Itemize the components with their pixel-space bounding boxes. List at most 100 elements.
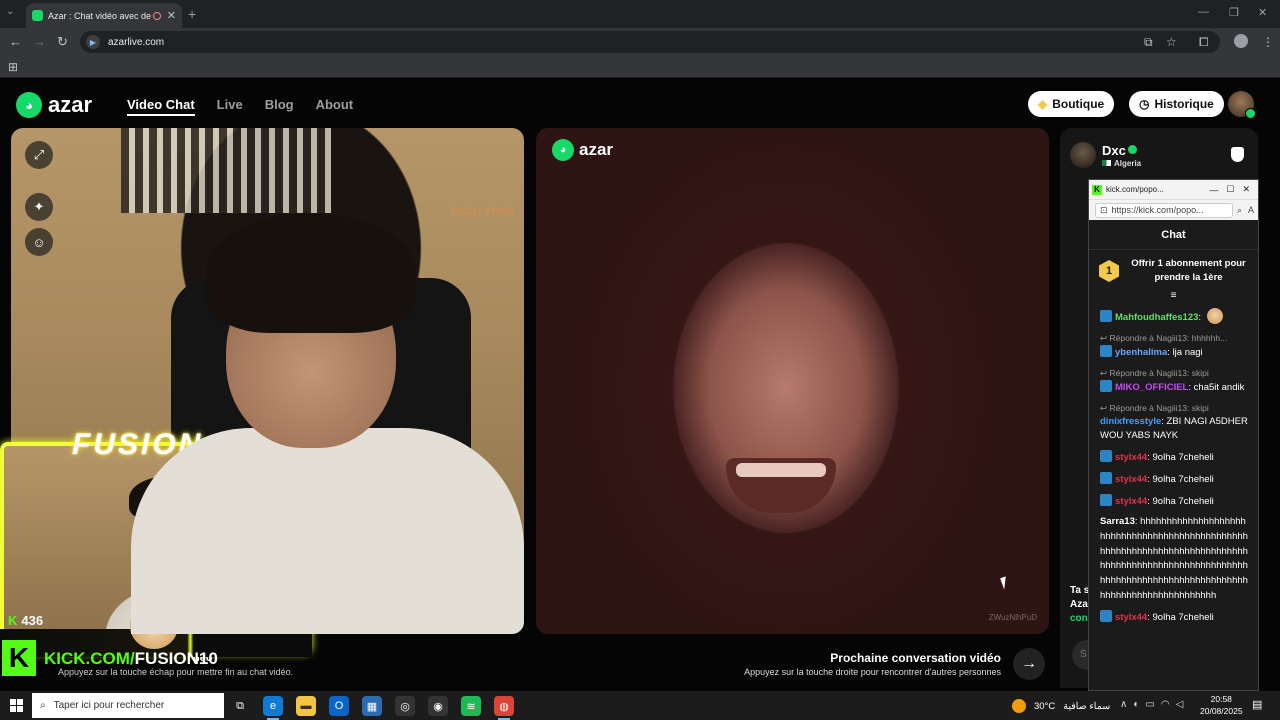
menu-icon[interactable]: ⋮: [1262, 35, 1274, 49]
chat-messages: Mahfoudhaffes123: ↩ Répondre à Nagiii13:…: [1089, 302, 1258, 625]
tray-chevron-icon[interactable]: ∧: [1120, 699, 1127, 710]
video-icon[interactable]: ▶: [86, 35, 100, 49]
url-field[interactable]: ▶ azarlive.com: [80, 31, 1220, 53]
chat-username[interactable]: stylx44: [1115, 612, 1147, 623]
apps-grid-icon[interactable]: ⊞: [8, 60, 18, 74]
nav-video-chat[interactable]: Video Chat: [127, 97, 195, 116]
app-icon-1[interactable]: ◎: [395, 696, 415, 716]
next-chat-hint: Appuyez sur la touche droite pour rencon…: [744, 667, 1001, 677]
popup-maximize-icon[interactable]: ☐: [1226, 184, 1234, 195]
next-chat-title: Prochaine conversation vidéo: [830, 651, 1001, 665]
chat-username[interactable]: stylx44: [1115, 452, 1147, 463]
nav-about[interactable]: About: [316, 97, 354, 116]
read-aloud-icon[interactable]: A: [1248, 205, 1254, 215]
popup-title: kick.com/popo...: [1106, 185, 1164, 194]
zoom-icon[interactable]: ⌕: [1237, 205, 1242, 216]
tab-close-icon[interactable]: ✕: [167, 9, 176, 22]
panel-link[interactable]: con: [1070, 613, 1088, 624]
azar-favicon-icon: [32, 10, 43, 21]
filter-icon[interactable]: ≡: [1089, 291, 1258, 302]
expand-icon[interactable]: ⤢: [25, 141, 53, 169]
chat-message: Sarra13: hhhhhhhhhhhhhhhhhhhhhhhhhhhhhhh…: [1100, 515, 1248, 603]
wifi-icon[interactable]: ◠: [1161, 699, 1170, 710]
profile-icon[interactable]: [1234, 34, 1248, 48]
popup-close-icon[interactable]: ✕: [1242, 184, 1250, 195]
windows-taskbar: ⌕ Taper ici pour rechercher ⧉ e ▬ O ▦ ◎ …: [0, 691, 1280, 720]
battery-icon[interactable]: ▭: [1145, 699, 1154, 710]
chat-text: 9olha 7cheheli: [1152, 452, 1214, 464]
effects-sparkle-icon[interactable]: ✦: [25, 193, 53, 221]
chat-username[interactable]: MIKO_OFFICIEL: [1115, 382, 1188, 393]
edge-icon[interactable]: e: [263, 696, 283, 720]
browser-tab[interactable]: Azar : Chat vidéo avec de n ✕: [26, 3, 182, 28]
obs-icon[interactable]: ◉: [428, 696, 448, 716]
weather-widget[interactable]: 30°C سماء صافية: [1012, 699, 1110, 713]
chat-username[interactable]: Mahfoudhaffes123: [1115, 312, 1198, 323]
sub-badge-icon: [1100, 344, 1112, 357]
azar-logo[interactable]: ◕ azar: [16, 92, 92, 118]
historique-button[interactable]: ◷ Historique: [1129, 91, 1224, 117]
volume-icon[interactable]: ◁: [1176, 699, 1184, 710]
spotify-icon[interactable]: ≋: [461, 696, 481, 716]
notification-icon[interactable]: ▤: [1252, 698, 1262, 711]
kick-chat-popup: K kick.com/popo... — ☐ ✕ ⊡ https://kick.…: [1088, 179, 1259, 691]
taskbar-search[interactable]: ⌕ Taper ici pour rechercher: [32, 693, 224, 718]
popup-titlebar: K kick.com/popo... — ☐ ✕: [1089, 180, 1258, 199]
user-avatar[interactable]: [1228, 91, 1256, 119]
popup-minimize-icon[interactable]: —: [1209, 185, 1218, 195]
boutique-button[interactable]: ◆ Boutique: [1028, 91, 1115, 117]
chat-username[interactable]: stylx44: [1115, 496, 1147, 507]
chrome-icon[interactable]: ◍: [494, 696, 514, 720]
gift-sub-text: Offrir 1 abonnement pour prendre la 1ère: [1131, 257, 1246, 283]
emote-icon: [1206, 308, 1223, 324]
reply-context: ↩ Répondre à Nagiii13: skipi: [1100, 402, 1209, 413]
window-close-icon[interactable]: ✕: [1258, 6, 1267, 19]
task-view-icon[interactable]: ⧉: [230, 696, 250, 716]
search-icon: ⌕: [40, 700, 46, 711]
wall-poster: [121, 128, 331, 213]
panel-text-1: Ta s: [1070, 585, 1090, 596]
chat-message: ↩ Répondre à Nagiii13: hhhhhh... ybenhali…: [1100, 332, 1248, 361]
reload-icon[interactable]: ↻: [57, 34, 68, 50]
clock[interactable]: 20:58 20/08/2025: [1200, 694, 1243, 718]
outlook-icon[interactable]: O: [329, 696, 349, 716]
back-icon[interactable]: ←: [9, 34, 22, 49]
nav-live[interactable]: Live: [217, 97, 243, 116]
sub-badge-icon: [1100, 310, 1112, 322]
file-explorer-icon[interactable]: ▬: [296, 696, 316, 716]
chat-username[interactable]: ybenhalima: [1115, 347, 1167, 358]
chat-title: Chat: [1089, 220, 1258, 250]
gift-sub-banner[interactable]: 1 Offrir 1 abonnement pour prendre la 1è…: [1089, 250, 1258, 292]
partner-video: ◕ azar ZWuzNlhPuD: [536, 128, 1049, 634]
store-icon[interactable]: ▦: [362, 696, 382, 716]
chat-username[interactable]: Sarra13: [1100, 516, 1135, 527]
chat-message: stylx44: 9olha 7cheheli: [1100, 609, 1248, 626]
video-watermark: RSZU YRKS: [451, 206, 515, 218]
chat-message: ↩ Répondre à Nagiii13: skipi MIKO_OFFICIE…: [1100, 367, 1248, 396]
forward-icon[interactable]: →: [33, 34, 46, 49]
tab-list-icon[interactable]: ⌄: [6, 6, 14, 17]
azar-logo-icon: ◕: [552, 139, 574, 161]
address-bar-row: ← → ↻ ▶ azarlive.com ⧉ ☆ ⧠ ⋮: [0, 28, 1280, 56]
partner-avatar[interactable]: [1070, 142, 1096, 168]
popup-url-field[interactable]: ⊡ https://kick.com/popo...: [1095, 202, 1233, 218]
chat-username[interactable]: dinixfresstyle: [1100, 416, 1161, 427]
viewer-count: K 436: [8, 613, 44, 628]
minimize-icon[interactable]: —: [1198, 6, 1209, 18]
report-shield-icon[interactable]: [1231, 147, 1244, 162]
next-arrow-button[interactable]: →: [1013, 648, 1045, 680]
chat-username[interactable]: stylx44: [1115, 474, 1147, 485]
network-icon[interactable]: ◐: [1133, 699, 1139, 710]
cast-icon[interactable]: ⧉: [1144, 35, 1153, 50]
extensions-icon[interactable]: ⧠: [1199, 35, 1209, 50]
new-tab-icon[interactable]: +: [188, 6, 196, 22]
partner-name: Dxc: [1102, 143, 1126, 158]
windows-start-icon[interactable]: [10, 699, 23, 712]
nav-blog[interactable]: Blog: [265, 97, 294, 116]
emoji-icon[interactable]: ☺: [25, 228, 53, 256]
restore-icon[interactable]: ❐: [1229, 6, 1239, 19]
bookmark-star-icon[interactable]: ☆: [1166, 35, 1177, 49]
chat-message: stylx44: 9olha 7cheheli: [1100, 493, 1248, 510]
url-text: azarlive.com: [108, 36, 165, 48]
tab-title: Azar : Chat vidéo avec de n: [48, 10, 153, 21]
